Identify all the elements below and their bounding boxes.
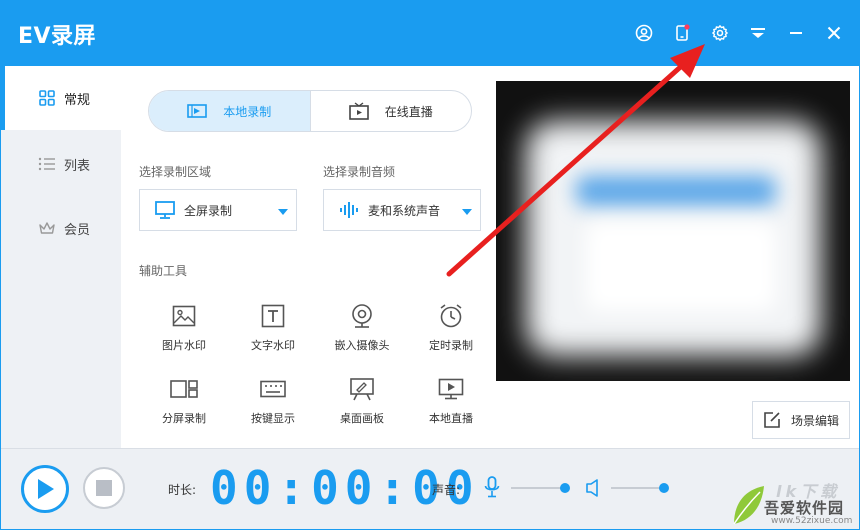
speaker-icon[interactable]	[585, 478, 601, 502]
sidebar-item-label: 列表	[64, 158, 91, 174]
tool-desktop-board[interactable]: 桌面画板	[317, 374, 407, 438]
sidebar-item-list[interactable]: 列表	[0, 132, 121, 196]
monitor-icon	[154, 199, 176, 221]
preview-area	[496, 81, 850, 381]
edit-icon	[764, 412, 780, 428]
tool-local-live[interactable]: 本地直播	[406, 374, 496, 438]
tab-online-live[interactable]: 在线直播	[309, 91, 472, 131]
tool-label: 桌面画板	[340, 412, 384, 425]
scene-edit-button[interactable]: 场景编辑	[752, 401, 850, 439]
tool-label: 嵌入摄像头	[334, 339, 390, 352]
close-icon[interactable]	[821, 20, 847, 46]
keyboard-icon	[260, 374, 286, 404]
app-title: EV录屏	[18, 24, 97, 49]
volume-label: 声音:	[432, 483, 461, 497]
dropdown-icon[interactable]	[745, 20, 771, 46]
slider-knob[interactable]	[560, 483, 570, 493]
tab-label: 本地录制	[223, 104, 272, 119]
minimize-icon[interactable]	[783, 20, 809, 46]
split-screen-icon	[170, 374, 198, 404]
tv-icon	[348, 102, 369, 120]
user-icon[interactable]	[631, 20, 657, 46]
text-icon	[261, 301, 285, 331]
play-icon	[38, 479, 54, 499]
gear-icon[interactable]	[707, 20, 733, 46]
webcam-icon	[350, 301, 374, 331]
audio-value: 麦和系统声音	[368, 203, 441, 218]
grid-icon	[38, 89, 56, 107]
crown-icon	[38, 219, 56, 237]
easel-icon	[349, 374, 375, 404]
record-stop-button[interactable]	[83, 467, 125, 509]
chevron-down-icon	[462, 209, 472, 215]
tool-label: 定时录制	[429, 339, 473, 352]
record-start-button[interactable]	[21, 465, 69, 513]
tool-text-watermark[interactable]: 文字水印	[228, 301, 318, 365]
sidebar: 常规 列表 会员	[0, 66, 121, 448]
microphone-icon[interactable]	[484, 476, 500, 502]
title-bar: EV录屏	[0, 0, 860, 66]
tool-label: 分屏录制	[162, 412, 206, 425]
tool-key-display[interactable]: 按键显示	[228, 374, 318, 438]
tab-label: 在线直播	[384, 104, 433, 119]
watermark-url-text: www.52zixue.com	[771, 516, 853, 526]
tool-split-screen[interactable]: 分屏录制	[139, 374, 229, 438]
tool-label: 按键显示	[251, 412, 295, 425]
record-icon	[187, 104, 208, 118]
tool-image-watermark[interactable]: 图片水印	[139, 301, 229, 365]
sidebar-item-member[interactable]: 会员	[0, 196, 121, 260]
slider-knob[interactable]	[659, 483, 669, 493]
region-value: 全屏录制	[184, 203, 233, 218]
preview-blur-highlight	[576, 176, 776, 206]
mic-volume-slider[interactable]	[511, 483, 570, 493]
sidebar-item-label: 会员	[64, 222, 91, 238]
stop-icon	[96, 480, 112, 496]
image-icon	[172, 301, 196, 331]
tool-label: 本地直播	[429, 412, 473, 425]
duration-label: 时长:	[168, 483, 197, 497]
tool-scheduled-record[interactable]: 定时录制	[406, 301, 496, 365]
mode-tabs: 本地录制 在线直播	[148, 90, 472, 132]
alarm-clock-icon	[438, 301, 464, 331]
audio-select[interactable]: 麦和系统声音	[323, 189, 481, 231]
region-label: 选择录制区域	[139, 165, 212, 179]
tool-label: 文字水印	[251, 339, 295, 352]
sidebar-item-label: 常规	[64, 92, 91, 108]
region-select[interactable]: 全屏录制	[139, 189, 297, 231]
tab-local-record[interactable]: 本地录制	[149, 91, 310, 131]
speaker-volume-slider[interactable]	[611, 483, 669, 493]
tool-webcam[interactable]: 嵌入摄像头	[317, 301, 407, 365]
scene-edit-label: 场景编辑	[790, 413, 839, 428]
chevron-down-icon	[278, 209, 288, 215]
leaf-logo-icon	[733, 486, 764, 525]
audio-label: 选择录制音频	[323, 165, 396, 179]
site-watermark: lk下载 吾爱软件园 www.52zixue.com	[728, 478, 860, 530]
waveform-icon	[338, 199, 360, 221]
watermark-cn-text: 吾爱软件园	[764, 499, 845, 517]
phone-icon[interactable]	[669, 20, 695, 46]
list-icon	[38, 155, 56, 173]
tools-label: 辅助工具	[139, 264, 188, 278]
sidebar-item-general[interactable]: 常规	[0, 66, 121, 130]
tool-label: 图片水印	[162, 339, 206, 352]
preview-blur-content	[586, 221, 776, 311]
play-screen-icon	[438, 374, 464, 404]
